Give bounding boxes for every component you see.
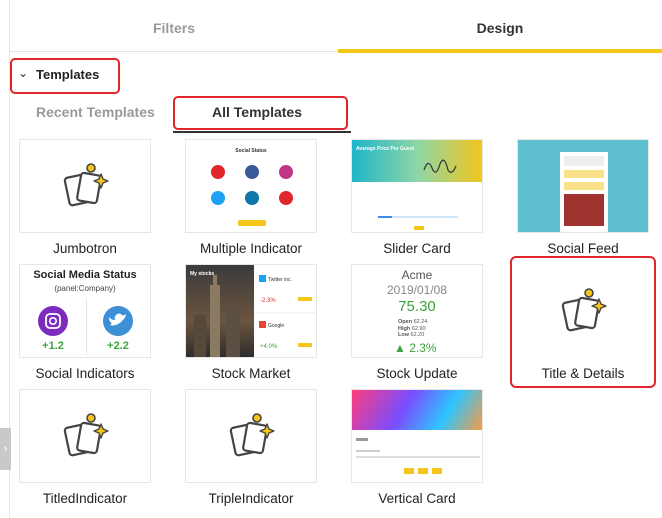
panel-tabbar: Filters Design	[10, 0, 662, 53]
instagram-value: +1.2	[42, 340, 64, 352]
template-icon	[63, 162, 110, 207]
template-icon	[63, 412, 110, 457]
template-thumbnail	[351, 389, 483, 483]
template-name: Social Indicators	[35, 366, 135, 381]
collapse-handle[interactable]: ›	[0, 428, 11, 470]
subtab-active-indicator	[173, 131, 351, 133]
template-name: Slider Card	[383, 241, 451, 256]
slider-card-preview	[378, 159, 458, 230]
company-name: Acme	[401, 268, 433, 282]
template-thumbnail: Average Price Per Guest	[351, 139, 483, 233]
template-thumbnail: My stocks Twitter inc. -2.3% Google +4.0…	[185, 264, 317, 358]
subtab-recent-templates[interactable]: Recent Templates	[36, 104, 155, 120]
vertical-card-preview	[356, 438, 480, 474]
template-thumbnail: Acme 2019/01/08 75.30 Open 62.24 High 62…	[351, 264, 483, 358]
active-tab-indicator	[338, 49, 662, 53]
high-label: High	[398, 325, 411, 332]
tab-design-label: Design	[476, 20, 524, 36]
tab-filters-label: Filters	[152, 20, 195, 36]
template-thumbnail	[19, 389, 151, 483]
subtab-all-templates[interactable]: All Templates	[212, 104, 302, 120]
template-name: Social Feed	[547, 241, 619, 256]
chevron-right-icon: ›	[3, 443, 8, 455]
open-label: Open	[398, 319, 413, 325]
up-arrow-icon: ▲	[394, 341, 406, 355]
template-name: Stock Market	[211, 366, 291, 381]
template-name: Stock Update	[376, 366, 458, 381]
open-value: 62.24	[413, 319, 428, 325]
templates-section-header[interactable]: ⌄ Templates	[10, 58, 120, 94]
stock-stats: Open 62.24 High 62.90 Low 62.20	[398, 319, 427, 339]
stock-change: ▲ 2.3%	[394, 341, 437, 355]
template-thumbnail: Social Media Status (panel:Company) +1.2…	[19, 264, 151, 358]
change-value: 2.3%	[409, 341, 437, 355]
tab-design[interactable]: Design	[338, 0, 662, 53]
title-details-highlight	[510, 256, 656, 388]
template-icon	[229, 412, 276, 457]
social-feed-preview	[560, 152, 608, 232]
low-value: 62.20	[410, 332, 425, 338]
stock-price: 75.30	[398, 298, 436, 315]
section-title: Templates	[36, 67, 100, 82]
low-label: Low	[398, 332, 409, 338]
twitter-value: +2.2	[107, 340, 129, 352]
multiple-indicator-preview	[211, 165, 293, 226]
quote-date: 2019/01/08	[386, 283, 448, 297]
chevron-down-icon: ⌄	[18, 66, 29, 80]
template-name: Multiple Indicator	[199, 241, 303, 256]
template-name: TripleIndicator	[208, 491, 294, 506]
template-thumbnail: Social Status	[185, 139, 317, 233]
template-thumbnail	[185, 389, 317, 483]
template-name: Vertical Card	[378, 491, 456, 506]
template-thumbnail	[19, 139, 151, 233]
tab-filters[interactable]: Filters	[10, 0, 338, 52]
stock-market-decorations	[256, 275, 316, 347]
high-value: 62.90	[411, 325, 426, 332]
template-thumbnail	[517, 139, 649, 233]
template-name: Jumbotron	[53, 241, 117, 256]
template-name: TitledIndicator	[42, 491, 128, 506]
